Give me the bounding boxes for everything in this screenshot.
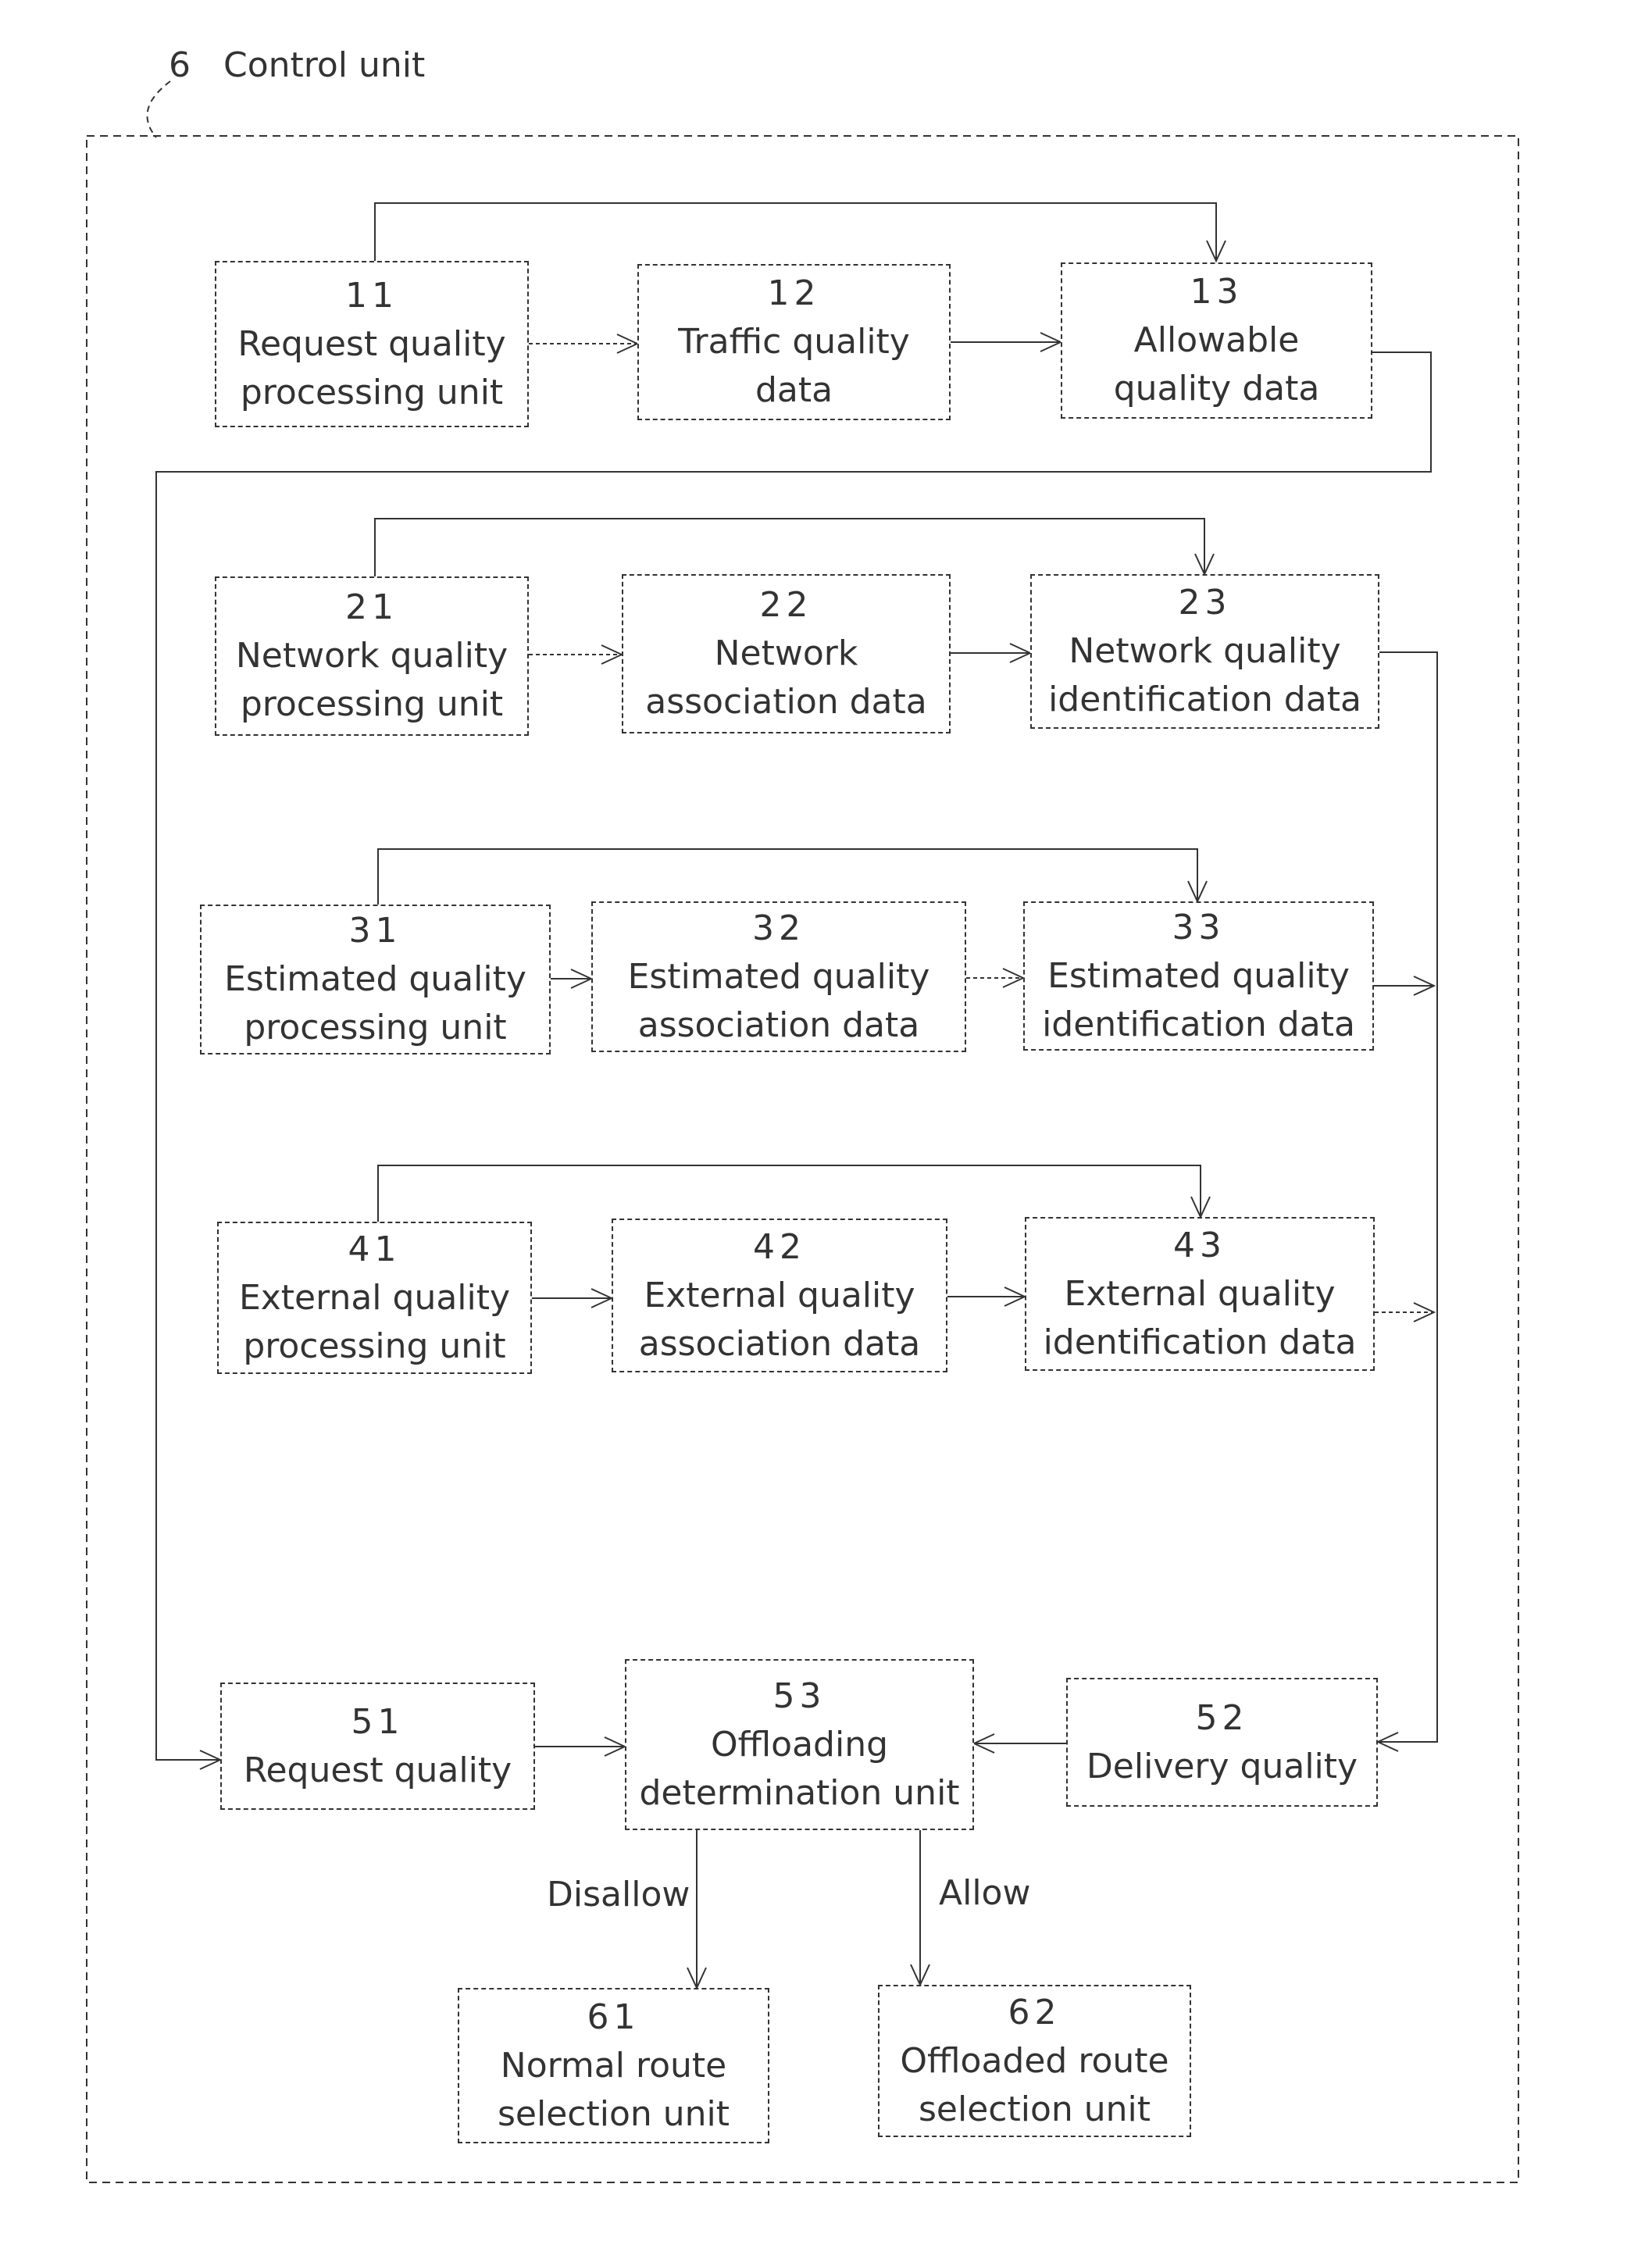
offloading-determination-unit-box[interactable]: 53 Offloading determination unit xyxy=(625,1659,974,1830)
box-label-line1: External quality xyxy=(1064,1273,1336,1314)
box-number: 61 xyxy=(587,1997,640,2037)
control-unit-number: 6 xyxy=(169,45,191,85)
box-label-line2: processing unit xyxy=(244,1008,507,1047)
box-number: 23 xyxy=(1178,583,1232,623)
box-number: 41 xyxy=(348,1229,401,1269)
box-label-line1: Allowable xyxy=(1133,320,1300,360)
box-label-line1: Traffic quality xyxy=(678,322,910,362)
request-quality-box[interactable]: 51 Request quality xyxy=(220,1683,535,1810)
box-number: 52 xyxy=(1195,1697,1249,1738)
box-label-line2: selection unit xyxy=(919,2089,1151,2129)
delivery-quality-box[interactable]: 52 Delivery quality xyxy=(1066,1678,1378,1807)
box-number: 43 xyxy=(1173,1225,1226,1265)
box-number: 62 xyxy=(1008,1992,1061,2032)
box-label-line1: Estimated quality xyxy=(224,959,526,999)
box-label-line2: association data xyxy=(645,682,927,722)
arrow-21-to-23 xyxy=(374,518,1204,576)
network-quality-identification-data-box[interactable]: 23 Network quality identification data xyxy=(1030,574,1379,729)
estimated-quality-processing-unit-box[interactable]: 31 Estimated quality processing unit xyxy=(200,905,551,1054)
box-number: 42 xyxy=(753,1226,806,1267)
box-number: 22 xyxy=(759,585,813,625)
external-quality-processing-unit-box[interactable]: 41 External quality processing unit xyxy=(217,1222,532,1374)
box-label-line1: Offloaded route xyxy=(900,2040,1169,2081)
box-label-line2: identification data xyxy=(1043,1322,1357,1362)
box-label-line1: Request quality xyxy=(237,323,506,364)
arrow-31-to-33 xyxy=(377,848,1197,905)
allowable-quality-data-box[interactable]: 13 Allowable quality data xyxy=(1061,262,1372,419)
box-number: 31 xyxy=(348,911,402,951)
estimated-quality-identification-data-box[interactable]: 33 Estimated quality identification data xyxy=(1023,901,1374,1051)
box-label-line1: Request quality xyxy=(243,1750,512,1790)
box-label-line2: selection unit xyxy=(498,2093,730,2134)
box-number: 53 xyxy=(772,1675,826,1716)
box-number: 12 xyxy=(767,273,821,313)
box-label-line1: Estimated quality xyxy=(1047,955,1350,996)
box-number: 11 xyxy=(345,275,398,316)
traffic-quality-data-box[interactable]: 12 Traffic quality data xyxy=(637,264,951,420)
arrow-13-to-51 xyxy=(155,351,1432,1760)
box-label-line1: Offloading xyxy=(710,1724,889,1765)
box-label-line1: Network quality xyxy=(235,636,508,676)
box-label-line1: Normal route xyxy=(500,2045,727,2086)
box-number: 33 xyxy=(1172,907,1226,947)
box-number: 51 xyxy=(351,1701,405,1742)
box-label-line1: Network quality xyxy=(1069,631,1341,671)
box-label-line1: Delivery quality xyxy=(1086,1746,1358,1786)
box-label-line2: association data xyxy=(638,1323,921,1364)
box-label-line2: association data xyxy=(637,1005,920,1045)
edge-label-allow: Allow xyxy=(939,1873,1031,1913)
control-unit-leader xyxy=(146,80,171,138)
box-label-line2: processing unit xyxy=(240,684,504,724)
box-label-line1: External quality xyxy=(238,1277,511,1318)
control-unit-title: Control unit xyxy=(223,45,426,85)
external-quality-association-data-box[interactable]: 42 External quality association data xyxy=(612,1219,947,1372)
box-number: 21 xyxy=(345,587,398,627)
box-label-line2: identification data xyxy=(1048,680,1361,719)
box-label-line2: processing unit xyxy=(243,1326,506,1366)
normal-route-selection-unit-box[interactable]: 61 Normal route selection unit xyxy=(458,1988,769,2143)
arrow-41-to-43 xyxy=(377,1165,1201,1222)
box-label-line2: data xyxy=(755,370,833,410)
edge-label-disallow: Disallow xyxy=(547,1875,690,1915)
box-label-line2: identification data xyxy=(1042,1004,1355,1044)
external-quality-identification-data-box[interactable]: 43 External quality identification data xyxy=(1025,1217,1375,1371)
network-association-data-box[interactable]: 22 Network association data xyxy=(622,574,951,733)
box-label-line1: External quality xyxy=(644,1275,915,1315)
box-number: 32 xyxy=(752,908,805,948)
request-quality-processing-unit-box[interactable]: 11 Request quality processing unit xyxy=(215,261,529,427)
offloaded-route-selection-unit-box[interactable]: 62 Offloaded route selection unit xyxy=(878,1985,1191,2137)
box-label-line2: determination unit xyxy=(639,1772,960,1813)
control-unit-boundary xyxy=(86,135,1519,2183)
box-number: 13 xyxy=(1190,272,1243,312)
control-unit-label: 6 Control unit xyxy=(169,45,425,85)
arrow-11-to-13 xyxy=(374,202,1216,261)
box-label-line2: processing unit xyxy=(240,372,504,412)
box-label-line1: Estimated quality xyxy=(627,956,930,997)
box-label-line2: quality data xyxy=(1113,369,1320,409)
arrow-23-to-52 xyxy=(1378,651,1438,1742)
estimated-quality-association-data-box[interactable]: 32 Estimated quality association data xyxy=(591,901,966,1052)
network-quality-processing-unit-box[interactable]: 21 Network quality processing unit xyxy=(215,576,529,736)
box-label-line1: Network xyxy=(714,633,858,673)
